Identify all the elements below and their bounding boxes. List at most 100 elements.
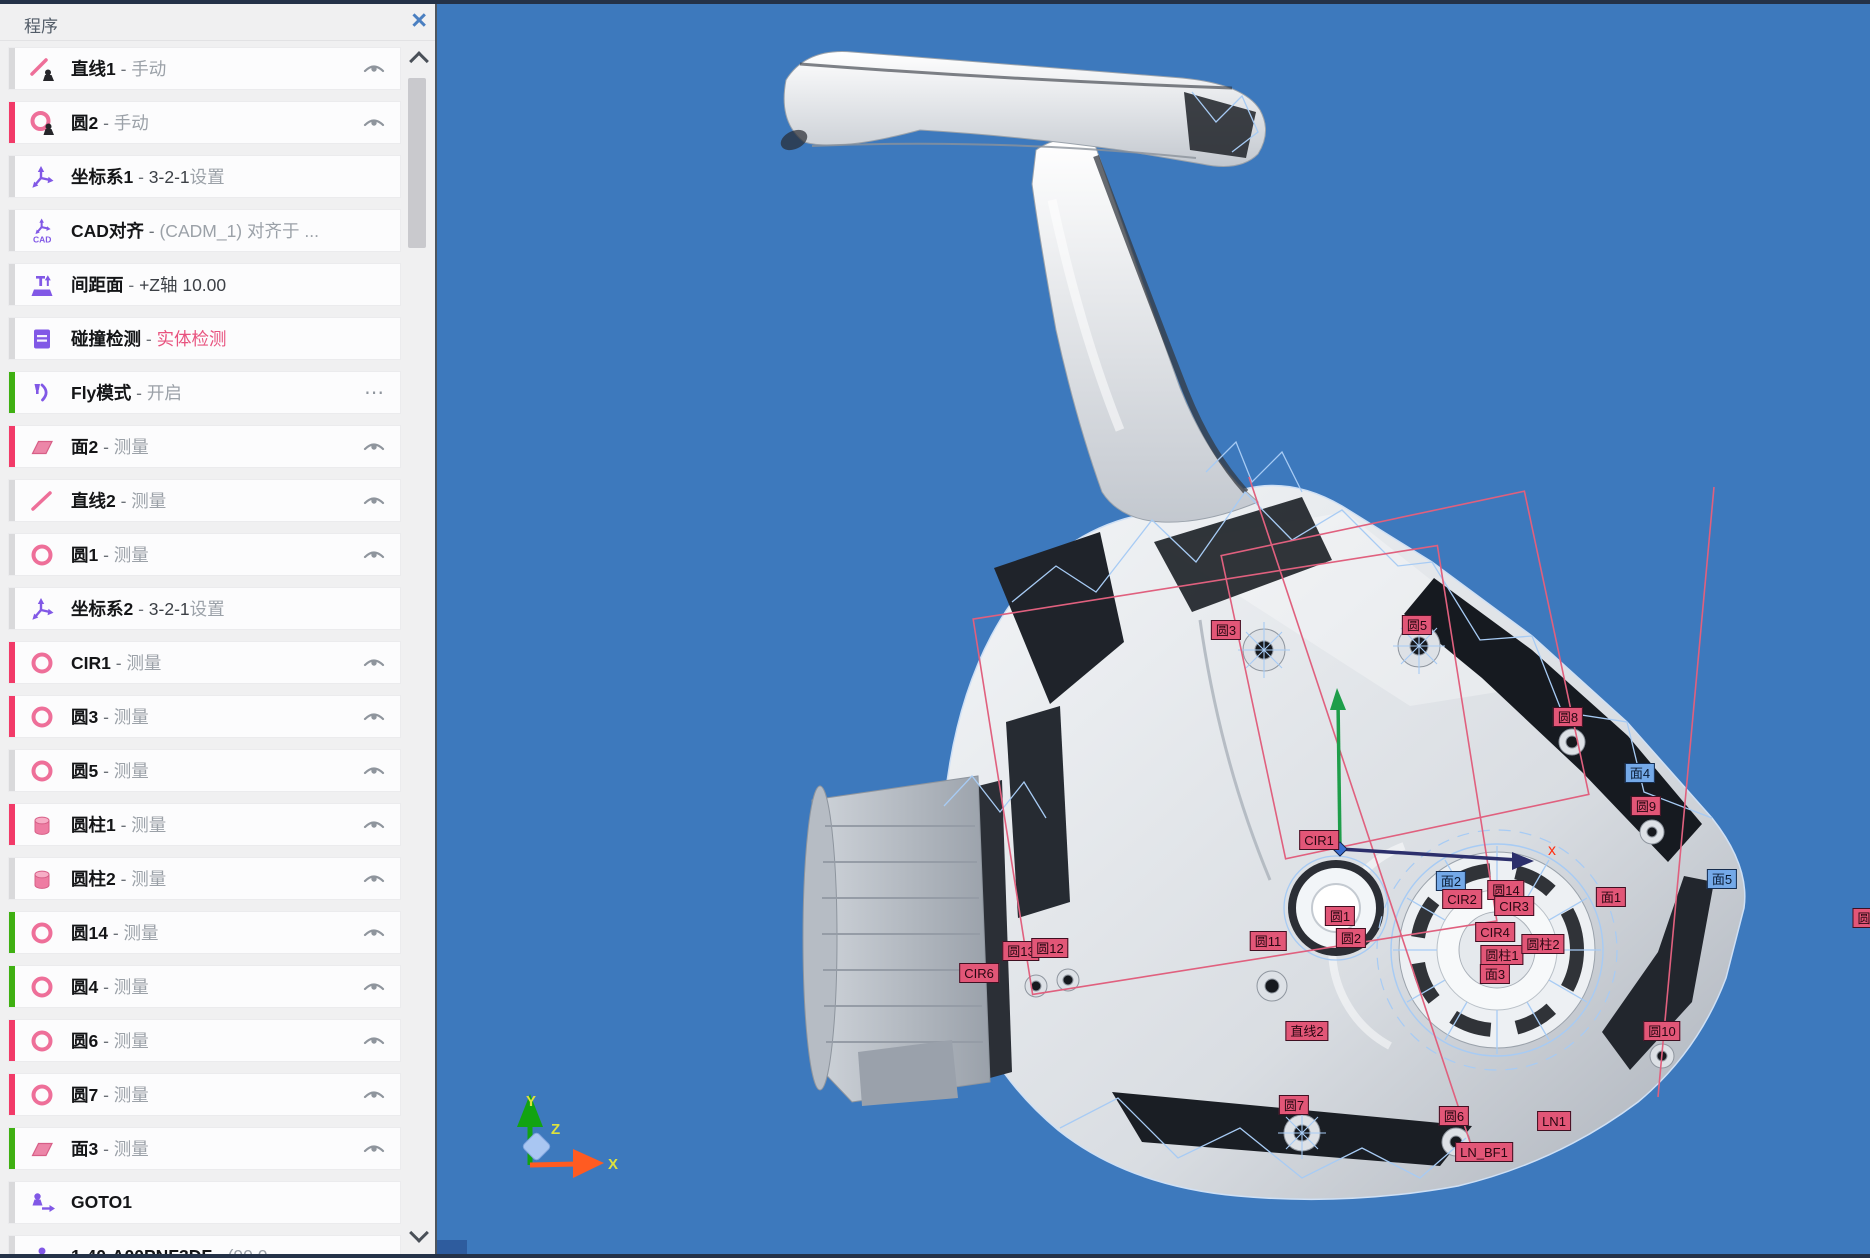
program-step-row[interactable]: 圆4 - 测量 [8,965,401,1008]
visibility-eye-icon [362,1141,386,1156]
program-step-row[interactable]: GOTO1 [8,1181,401,1224]
scroll-thumb[interactable] [408,78,426,248]
row-status-bar [9,534,15,575]
program-step-row[interactable]: 圆1 - 测量 [8,533,401,576]
circle-icon [29,920,55,946]
measure-label[interactable]: CIR1 [1299,830,1339,850]
row-visibility-toggle[interactable] [362,979,386,994]
close-icon[interactable]: × [411,5,427,35]
program-step-row[interactable]: 间距面 - +Z轴 10.00 [8,263,401,306]
program-step-row[interactable]: 圆2 - 手动 [8,101,401,144]
measure-label[interactable]: 圆5 [1402,615,1432,635]
measure-label[interactable]: 面4 [1625,763,1655,783]
program-step-row[interactable]: 圆5 - 测量 [8,749,401,792]
row-status-bar [9,1020,15,1061]
program-step-row[interactable]: 直线2 - 测量 [8,479,401,522]
program-step-row[interactable]: CAD CAD对齐 - (CADM_1) 对齐于 ... [8,209,401,252]
circle-icon [29,650,55,676]
measure-label[interactable]: LN_BF1 [1455,1142,1513,1162]
measure-label[interactable]: 圆柱1 [1480,945,1523,965]
row-visibility-toggle[interactable] [362,655,386,670]
row-label: 圆6 - 测量 [71,1028,149,1053]
visibility-eye-icon [362,763,386,778]
row-visibility-toggle[interactable] [362,1033,386,1048]
measure-label[interactable]: 面5 [1707,869,1737,889]
row-label: GOTO1 [71,1192,132,1213]
row-feature-icon [25,756,59,786]
measure-label[interactable]: 圆8 [1553,707,1583,727]
row-status-bar [9,48,15,89]
program-step-row[interactable]: 圆7 - 测量 [8,1073,401,1116]
measure-label[interactable]: CIR2 [1442,889,1482,909]
program-step-row[interactable]: 直线1 - 手动 [8,47,401,90]
row-visibility-toggle[interactable] [362,1141,386,1156]
row-status-bar [9,210,15,251]
program-step-row[interactable]: 面2 - 测量 [8,425,401,468]
row-visibility-toggle[interactable] [362,709,386,724]
sidebar-scrollbar[interactable] [405,46,431,1248]
measure-label[interactable]: 圆7 [1279,1095,1309,1115]
measure-label[interactable]: 圆11 [1250,931,1287,951]
row-status-bar [9,156,15,197]
program-step-row[interactable]: Fly模式 - 开启 ⋯ [8,371,401,414]
panel-title: 程序 [24,12,58,37]
measure-label[interactable]: 圆6 [1439,1106,1469,1126]
measure-label[interactable]: 圆柱2 [1521,934,1564,954]
program-step-row[interactable]: CIR1 - 测量 [8,641,401,684]
row-visibility-toggle[interactable] [362,115,386,130]
measure-label[interactable]: 直线2 [1285,1021,1328,1041]
program-step-row[interactable]: 面3 - 测量 [8,1127,401,1170]
fly-mode-icon [29,380,55,406]
row-visibility-toggle[interactable] [362,817,386,832]
program-step-row[interactable]: 圆6 - 测量 [8,1019,401,1062]
coordinate-system-icon [29,164,55,190]
row-visibility-toggle[interactable] [362,763,386,778]
program-step-row[interactable]: 坐标系2 - 3-2-1设置 [8,587,401,630]
row-visibility-toggle[interactable] [362,439,386,454]
offset-plane-icon [29,272,55,298]
measure-label[interactable]: 面2 [1436,871,1466,891]
measure-label[interactable]: LN1 [1537,1111,1571,1131]
row-visibility-toggle[interactable] [362,925,386,940]
program-step-row[interactable]: 碰撞检测 - 实体检测 [8,317,401,360]
program-step-row[interactable]: 坐标系1 - 3-2-1设置 [8,155,401,198]
measure-label[interactable]: 面3 [1480,964,1510,984]
row-feature-icon [25,540,59,570]
scroll-down-icon[interactable] [409,1223,429,1243]
row-visibility-toggle[interactable] [362,871,386,886]
row-visibility-toggle[interactable] [362,547,386,562]
program-step-row[interactable]: 圆柱2 - 测量 [8,857,401,900]
scroll-up-icon[interactable] [409,51,429,71]
cylinder-icon [29,866,55,892]
viewport-3d[interactable]: x Y X Z 圆3圆5圆8面4圆9面5CIR1面2CIR2圆14CIR3面1圆… [437,4,1870,1254]
measure-label[interactable]: 圆10 [1643,1021,1680,1041]
program-step-row[interactable]: 1-40-A00PNF3DF - (90.0 [8,1235,401,1254]
row-visibility-toggle[interactable] [362,493,386,508]
row-feature-icon [25,918,59,948]
row-visibility-toggle[interactable] [362,1087,386,1102]
measure-label[interactable]: CIR4 [1475,922,1515,942]
measure-label[interactable]: 圆12 [1031,938,1068,958]
measure-label[interactable]: 圆9 [1631,796,1661,816]
measure-label[interactable]: 面1 [1596,887,1626,907]
row-status-bar [9,1128,15,1169]
measure-label[interactable]: 圆2 [1336,928,1366,948]
measure-label[interactable]: CIR6 [959,963,999,983]
measure-labels: 圆3圆5圆8面4圆9面5CIR1面2CIR2圆14CIR3面1圆1圆2圆11CI… [437,4,1870,1254]
program-step-row[interactable]: 圆柱1 - 测量 [8,803,401,846]
row-status-bar [9,1236,15,1254]
row-visibility-toggle[interactable] [362,61,386,76]
row-feature-icon [25,1188,59,1218]
measure-label[interactable]: CIR3 [1494,896,1534,916]
circle-icon [29,704,55,730]
measure-label[interactable]: 圆3 [1211,620,1241,640]
measure-label[interactable]: 圆1 [1325,906,1355,926]
row-status-bar [9,480,15,521]
program-step-row[interactable]: 圆3 - 测量 [8,695,401,738]
measure-label[interactable]: 圆 [1852,908,1870,928]
row-visibility-toggle[interactable]: ⋯ [364,380,386,405]
row-feature-icon [25,864,59,894]
program-step-row[interactable]: 圆14 - 测量 [8,911,401,954]
circle-icon [29,758,55,784]
row-label: 直线2 - 测量 [71,488,166,513]
